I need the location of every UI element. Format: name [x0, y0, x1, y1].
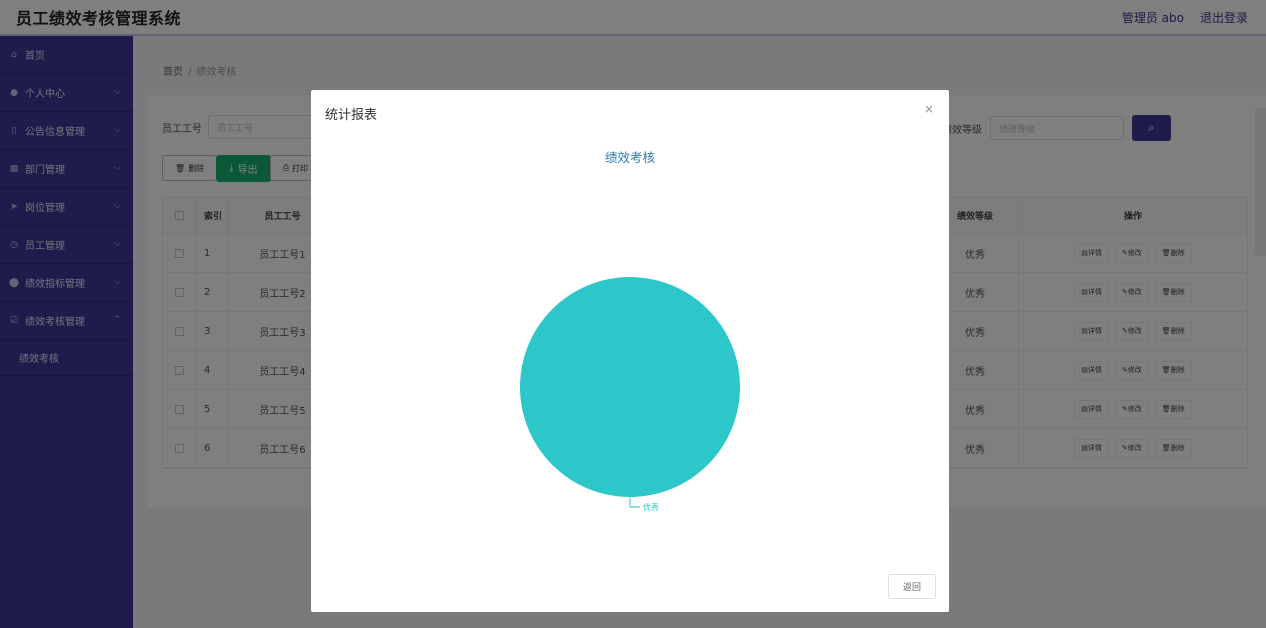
pie-label-line: [629, 497, 640, 508]
pie-label: 优秀: [643, 502, 659, 512]
pie-slice[interactable]: [520, 277, 740, 497]
pie-chart: 优秀: [520, 277, 740, 512]
stats-dialog: 统计报表 × 绩效考核 优秀 返回: [311, 90, 949, 612]
back-button[interactable]: 返回: [888, 574, 936, 599]
